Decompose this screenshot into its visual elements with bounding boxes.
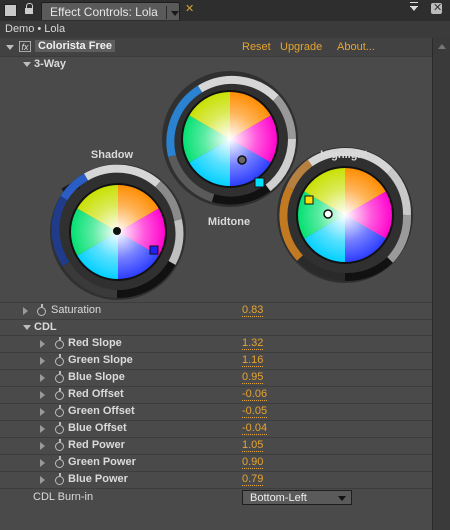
- panel-tab-bar: Effect Controls: Lola ✕ ✕: [0, 0, 450, 22]
- divider: [0, 437, 432, 438]
- cdl-param-label: Red Slope: [68, 337, 122, 349]
- cdl-param-value[interactable]: 0.79: [242, 474, 264, 486]
- midtone-label: Midtone: [208, 216, 250, 228]
- stopwatch-icon[interactable]: [55, 456, 64, 468]
- highlight-label: Highlight: [320, 149, 368, 161]
- cdl-param-value[interactable]: 0.90: [242, 457, 264, 469]
- saturation-label: Saturation: [51, 304, 102, 316]
- cdl-param-label: Green Offset: [68, 405, 135, 417]
- divider: [0, 319, 432, 320]
- cdl-param-value[interactable]: -0.05: [242, 406, 268, 418]
- cdl-param-value[interactable]: 0.95: [242, 372, 264, 384]
- cdl-param-label: Green Power: [68, 456, 136, 468]
- burn-in-dropdown[interactable]: Bottom-Left: [242, 490, 352, 505]
- divider: [0, 302, 432, 303]
- disclosure-triangle-icon[interactable]: [40, 357, 45, 365]
- panel-grip-icon[interactable]: [4, 4, 17, 17]
- cdl-param-label: Blue Power: [68, 473, 128, 485]
- disclosure-triangle-icon[interactable]: [40, 340, 45, 348]
- shadow-label: Shadow: [91, 149, 134, 161]
- chevron-down-icon: [338, 496, 346, 501]
- cdl-param-label: Red Power: [68, 439, 125, 451]
- cdl-param-value[interactable]: -0.06: [242, 389, 268, 401]
- divider: [0, 386, 432, 387]
- cdl-param-label: Blue Offset: [68, 422, 127, 434]
- divider: [0, 454, 432, 455]
- tab-title: Effect Controls: Lola: [50, 5, 158, 19]
- highlight-wheel[interactable]: [277, 147, 413, 283]
- cdl-param-value[interactable]: -0.04: [242, 423, 268, 435]
- disclosure-triangle-icon[interactable]: [40, 374, 45, 382]
- disclosure-triangle-icon[interactable]: [40, 459, 45, 467]
- tab-dropdown-icon[interactable]: [166, 6, 181, 19]
- disclosure-triangle-icon[interactable]: [40, 476, 45, 484]
- burn-in-selected: Bottom-Left: [250, 492, 307, 504]
- disclosure-triangle-icon[interactable]: [23, 307, 28, 315]
- cdl-param-label: Blue Slope: [68, 371, 125, 383]
- stopwatch-icon[interactable]: [55, 405, 64, 417]
- breadcrumb: Demo • Lola: [0, 21, 450, 38]
- stopwatch-icon[interactable]: [55, 439, 64, 451]
- stopwatch-icon[interactable]: [55, 473, 64, 485]
- cdl-param-value[interactable]: 1.32: [242, 338, 264, 350]
- scroll-up-icon[interactable]: [438, 44, 446, 49]
- stopwatch-icon[interactable]: [55, 422, 64, 434]
- cdl-param-value[interactable]: 1.05: [242, 440, 264, 452]
- effect-controls-content: fx Colorista Free Reset Upgrade About...…: [0, 38, 432, 530]
- tab-effect-controls[interactable]: Effect Controls: Lola: [41, 2, 180, 20]
- disclosure-triangle-icon[interactable]: [40, 391, 45, 399]
- breadcrumb-text: Demo • Lola: [5, 23, 66, 35]
- lock-icon[interactable]: [25, 3, 33, 15]
- disclosure-triangle-icon[interactable]: [40, 408, 45, 416]
- midtone-wheel[interactable]: [162, 71, 298, 207]
- three-way-wheels: Shadow Midtone Highlight: [50, 71, 413, 300]
- divider: [0, 335, 432, 336]
- disclosure-triangle-icon[interactable]: [23, 325, 31, 330]
- stopwatch-icon[interactable]: [55, 337, 64, 349]
- divider: [0, 352, 432, 353]
- disclosure-triangle-icon[interactable]: [40, 442, 45, 450]
- stopwatch-icon[interactable]: [37, 304, 46, 316]
- saturation-value[interactable]: 0.83: [242, 305, 264, 317]
- cdl-label: CDL: [34, 321, 57, 333]
- stopwatch-icon[interactable]: [55, 371, 64, 383]
- panel-menu-icon[interactable]: [410, 2, 420, 13]
- vertical-scrollbar[interactable]: [432, 38, 450, 530]
- divider: [0, 471, 432, 472]
- burn-in-label: CDL Burn-in: [33, 491, 94, 503]
- divider: [0, 420, 432, 421]
- cdl-param-value[interactable]: 1.16: [242, 355, 264, 367]
- divider: [0, 403, 432, 404]
- stopwatch-icon[interactable]: [55, 388, 64, 400]
- stopwatch-icon[interactable]: [55, 354, 64, 366]
- disclosure-triangle-icon[interactable]: [40, 425, 45, 433]
- cdl-param-label: Red Offset: [68, 388, 124, 400]
- divider: [0, 369, 432, 370]
- tab-close-icon[interactable]: ✕: [185, 2, 194, 15]
- shadow-wheel[interactable]: [50, 164, 186, 300]
- cdl-param-label: Green Slope: [68, 354, 133, 366]
- divider: [0, 488, 432, 489]
- close-icon[interactable]: ✕: [431, 2, 442, 14]
